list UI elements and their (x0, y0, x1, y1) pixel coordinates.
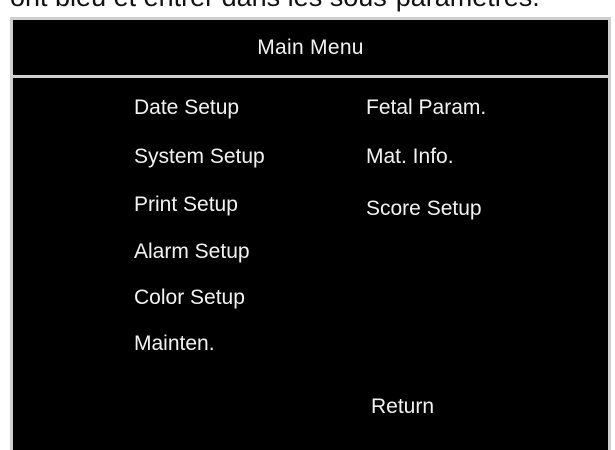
main-menu-screen: Main Menu Date Setup System Setup Print … (10, 17, 611, 450)
page: ont bleu et entrer dans les sous-paramèt… (0, 0, 615, 450)
return-button[interactable]: Return (371, 394, 434, 420)
menu-item-fetal-param[interactable]: Fetal Param. (366, 95, 486, 121)
instruction-caption: ont bleu et entrer dans les sous-paramèt… (0, 0, 615, 13)
menu-item-score-setup[interactable]: Score Setup (366, 196, 482, 222)
menu-item-mat-info[interactable]: Mat. Info. (366, 144, 454, 170)
menu-header: Main Menu (13, 20, 608, 78)
menu-item-print-setup[interactable]: Print Setup (134, 192, 238, 218)
menu-item-system-setup[interactable]: System Setup (134, 144, 265, 170)
menu-title: Main Menu (257, 35, 364, 59)
menu-item-mainten[interactable]: Mainten. (134, 331, 215, 357)
menu-item-color-setup[interactable]: Color Setup (134, 285, 245, 311)
menu-item-alarm-setup[interactable]: Alarm Setup (134, 239, 250, 265)
menu-item-date-setup[interactable]: Date Setup (134, 95, 239, 121)
